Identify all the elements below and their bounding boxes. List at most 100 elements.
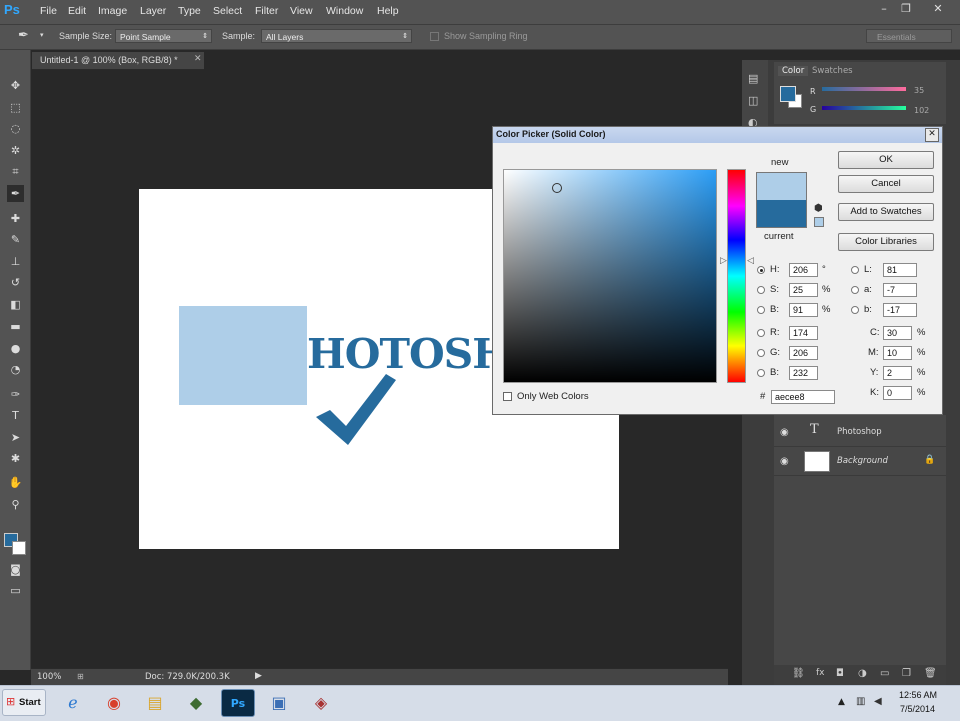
move-tool-icon[interactable]: ✥: [7, 77, 24, 94]
tab-swatches[interactable]: Swatches: [812, 66, 853, 76]
menu-image[interactable]: Image: [98, 5, 127, 17]
document-tab[interactable]: Untitled-1 @ 100% (Box, RGB/8) * ✕: [32, 52, 204, 70]
menu-help[interactable]: Help: [377, 5, 399, 17]
menu-type[interactable]: Type: [178, 5, 201, 17]
hue-slider-right-arrow-icon[interactable]: ◁: [747, 256, 754, 266]
chrome-icon[interactable]: ◉: [97, 689, 131, 717]
blue-field[interactable]: 232: [789, 366, 818, 380]
lightness-field[interactable]: 81: [883, 263, 917, 277]
menu-layer[interactable]: Layer: [140, 5, 166, 17]
saturation-radio[interactable]: [757, 286, 765, 294]
saturation-brightness-field[interactable]: [503, 169, 717, 383]
hue-radio[interactable]: [757, 266, 765, 274]
layer-row[interactable]: ◉ Background 🔒: [774, 447, 946, 476]
color-cursor-icon[interactable]: [552, 183, 562, 193]
ok-button[interactable]: OK: [838, 151, 934, 169]
recorder-icon[interactable]: ◈: [304, 689, 338, 717]
adjustment-icon[interactable]: ◑: [858, 668, 867, 679]
eye-icon[interactable]: ◉: [780, 427, 789, 438]
hue-field[interactable]: 206: [789, 263, 818, 277]
photoshop-taskbar-icon[interactable]: Ps: [221, 689, 255, 717]
sample-size-select[interactable]: Point Sample ⇕: [115, 29, 212, 43]
pen-tool-icon[interactable]: ✑: [7, 386, 24, 403]
lasso-tool-icon[interactable]: ◌: [7, 120, 24, 137]
network-icon[interactable]: ▥: [856, 696, 865, 707]
link-icon[interactable]: ⛓: [792, 668, 805, 679]
g-value[interactable]: 102: [914, 106, 929, 115]
properties-panel-icon[interactable]: ◫: [748, 94, 758, 107]
g-slider[interactable]: [822, 106, 906, 110]
workspace-switcher[interactable]: Essentials: [866, 29, 952, 43]
healing-tool-icon[interactable]: ✚: [7, 210, 24, 227]
green-field[interactable]: 206: [789, 346, 818, 360]
red-radio[interactable]: [757, 329, 765, 337]
history-panel-icon[interactable]: ▤: [748, 72, 758, 85]
chevron-down-icon[interactable]: ▾: [40, 31, 44, 39]
internet-explorer-icon[interactable]: ℯ: [56, 689, 90, 717]
path-select-tool-icon[interactable]: ➤: [7, 429, 24, 446]
a-channel-radio[interactable]: [851, 286, 859, 294]
eyedropper-icon[interactable]: ✒: [18, 28, 29, 43]
marquee-tool-icon[interactable]: ⬚: [7, 99, 24, 116]
current-color-swatch[interactable]: [756, 200, 807, 228]
status-menu-arrow-icon[interactable]: ▶: [255, 671, 262, 681]
layer-name[interactable]: Photoshop: [837, 427, 882, 437]
saturation-field[interactable]: 25: [789, 283, 818, 297]
color-libraries-button[interactable]: Color Libraries: [838, 233, 934, 251]
cancel-button[interactable]: Cancel: [838, 175, 934, 193]
display-settings-icon[interactable]: ▣: [262, 689, 296, 717]
menu-select[interactable]: Select: [213, 5, 242, 17]
app-icon[interactable]: ◆: [179, 689, 213, 717]
close-icon[interactable]: ✕: [194, 54, 202, 64]
menu-window[interactable]: Window: [326, 5, 363, 17]
mask-icon[interactable]: ◘: [836, 668, 844, 679]
cyan-field[interactable]: 30: [883, 326, 912, 340]
only-web-colors-checkbox[interactable]: [503, 392, 512, 401]
group-icon[interactable]: ▭: [880, 668, 889, 679]
layer-name[interactable]: Background: [837, 456, 888, 466]
history-brush-icon[interactable]: ↺: [7, 274, 24, 291]
restore-icon[interactable]: ❐: [896, 2, 916, 20]
file-explorer-icon[interactable]: ▤: [138, 689, 172, 717]
r-value[interactable]: 35: [914, 86, 924, 95]
b-channel-radio[interactable]: [851, 306, 859, 314]
clock-date[interactable]: 7/5/2014: [900, 704, 935, 714]
dialog-titlebar[interactable]: Color Picker (Solid Color) ✕: [493, 127, 942, 143]
hex-field[interactable]: aecee8: [771, 390, 835, 404]
eraser-tool-icon[interactable]: ◧: [7, 296, 24, 313]
add-to-swatches-button[interactable]: Add to Swatches: [838, 203, 934, 221]
menu-edit[interactable]: Edit: [68, 5, 86, 17]
magenta-field[interactable]: 10: [883, 346, 912, 360]
r-slider[interactable]: [822, 87, 906, 91]
stamp-tool-icon[interactable]: ⊥: [7, 253, 24, 270]
start-button[interactable]: ⊞ Start: [2, 689, 46, 716]
gradient-tool-icon[interactable]: ▬: [7, 318, 24, 335]
minimize-icon[interactable]: –: [874, 2, 894, 20]
blur-tool-icon[interactable]: ●: [7, 340, 24, 357]
eye-icon[interactable]: ◉: [780, 456, 789, 467]
zoom-level[interactable]: 100%: [37, 672, 61, 682]
red-field[interactable]: 174: [789, 326, 818, 340]
web-safe-swatch[interactable]: [814, 217, 824, 227]
dodge-tool-icon[interactable]: ◔: [7, 361, 24, 378]
quick-select-tool-icon[interactable]: ✲: [7, 142, 24, 159]
background-color-swatch[interactable]: [12, 541, 26, 555]
menu-filter[interactable]: Filter: [255, 5, 278, 17]
lightness-radio[interactable]: [851, 266, 859, 274]
screen-mode-icon[interactable]: ▭: [7, 582, 24, 599]
brightness-radio[interactable]: [757, 306, 765, 314]
shape-tool-icon[interactable]: ✱: [7, 450, 24, 467]
yellow-field[interactable]: 2: [883, 366, 912, 380]
trash-icon[interactable]: 🗑: [924, 668, 937, 679]
brush-tool-icon[interactable]: ✎: [7, 231, 24, 248]
volume-icon[interactable]: ◀: [874, 696, 882, 707]
blue-radio[interactable]: [757, 369, 765, 377]
zoom-tool-icon[interactable]: ⚲: [7, 496, 24, 513]
hue-slider-left-arrow-icon[interactable]: ▷: [720, 256, 727, 266]
layer-row[interactable]: ◉ T Photoshop: [774, 418, 946, 447]
green-radio[interactable]: [757, 349, 765, 357]
panel-foreground-swatch[interactable]: [780, 86, 796, 102]
menu-file[interactable]: File: [40, 5, 57, 17]
brightness-field[interactable]: 91: [789, 303, 818, 317]
close-icon[interactable]: ✕: [925, 128, 939, 142]
